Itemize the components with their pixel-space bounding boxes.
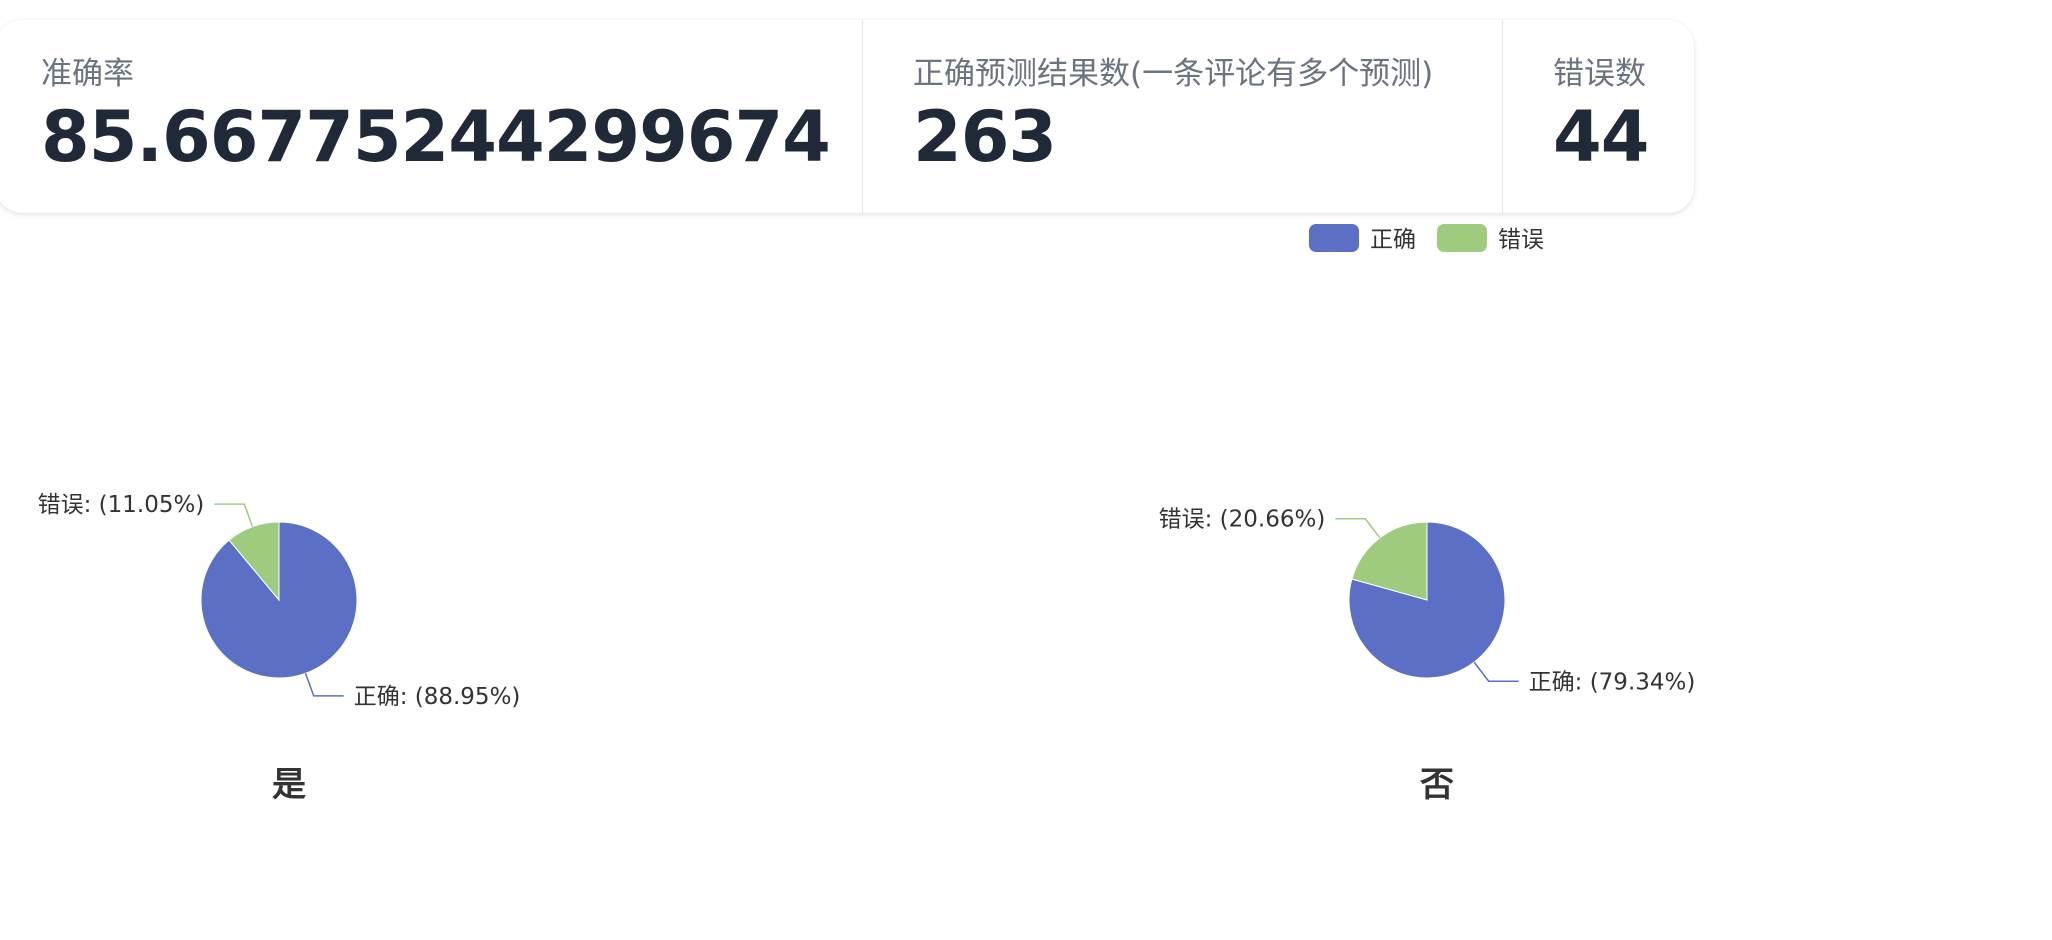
label-line: [1473, 661, 1519, 683]
pie-charts: 正确 错误 正确: (88.95%) 错误: (11.05%) 是 正确: (79.34…: [38, 224, 1696, 805]
label-line: [304, 673, 344, 697]
slice-label: 正确: (88.95%): [354, 684, 521, 710]
label-line: [1335, 517, 1381, 539]
pie-group: 正确: (88.95%) 错误: (11.05%) 是 正确: (79.34%) 错误:…: [38, 492, 1696, 805]
pie-chart: 正确: (88.95%) 错误: (11.05%) 是: [38, 492, 521, 805]
legend-swatch: [1309, 224, 1359, 252]
legend-item[interactable]: 正确: [1309, 224, 1416, 253]
slice-label: 错误: (11.05%): [38, 492, 205, 518]
legend-label: 错误: [1498, 227, 1544, 253]
legend-label: 正确: [1370, 227, 1416, 253]
legend-swatch: [1437, 224, 1487, 252]
pie-title: 否: [1420, 765, 1454, 805]
legend-item[interactable]: 错误: [1437, 224, 1544, 253]
label-line: [214, 503, 254, 527]
pie-title: 是: [272, 765, 306, 805]
chart-legend[interactable]: 正确 错误: [1309, 224, 1544, 253]
slice-label: 错误: (20.66%): [1159, 507, 1326, 533]
slice-label: 正确: (79.34%): [1529, 669, 1696, 695]
pie-chart: 正确: (79.34%) 错误: (20.66%) 否: [1159, 507, 1696, 805]
